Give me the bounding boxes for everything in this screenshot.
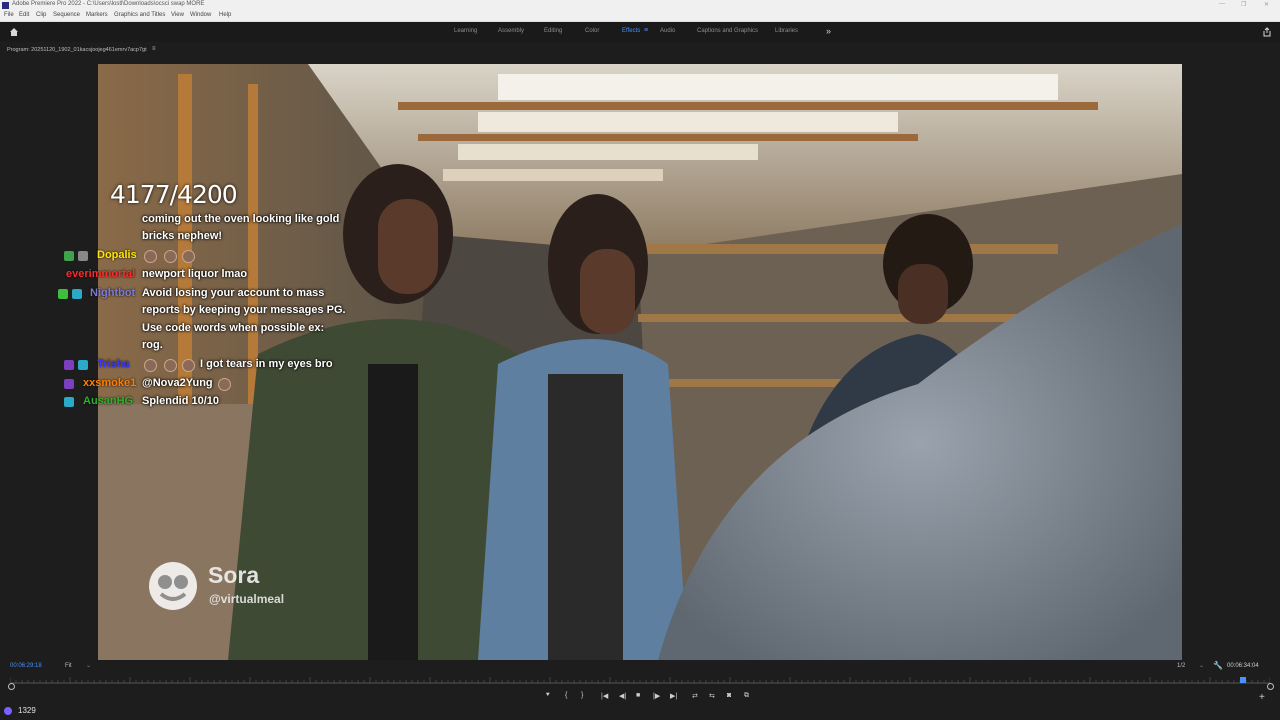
menu-help[interactable]: Help	[219, 12, 231, 18]
menu-graphics-titles[interactable]: Graphics and Titles	[114, 12, 165, 18]
chevron-down-icon[interactable]: ⌄	[1199, 662, 1204, 669]
tab-assembly[interactable]: Assembly	[498, 28, 524, 34]
workspace-bar: Learning Assembly Editing Color Effects …	[0, 22, 1280, 42]
emote-icon	[218, 378, 231, 391]
emote-icon	[182, 250, 195, 263]
emote-icon	[164, 250, 177, 263]
timeline-ruler[interactable]	[10, 676, 1270, 684]
badge-icon	[72, 289, 82, 299]
more-icon[interactable]: »	[826, 26, 831, 36]
wrench-icon[interactable]: 🔧	[1213, 661, 1223, 670]
close-button[interactable]: ✕	[1264, 1, 1269, 8]
stop-button[interactable]: ■	[636, 692, 640, 699]
tab-editing[interactable]: Editing	[544, 28, 562, 34]
program-monitor-header: Program: 20251120_1902_01kacsjoojeg461em…	[0, 43, 1280, 57]
watermark-brand: Sora	[208, 562, 260, 588]
emote-icon	[144, 359, 157, 372]
maximize-button[interactable]: ❐	[1241, 1, 1246, 8]
chat-username[interactable]: Nightbot	[90, 287, 135, 299]
status-icon	[4, 707, 12, 715]
chat-message-line: rog.	[142, 339, 163, 351]
overwrite-button[interactable]: ⇆	[709, 692, 715, 700]
tab-learning[interactable]: Learning	[454, 28, 477, 34]
home-icon[interactable]	[9, 27, 19, 37]
emote-icon	[164, 359, 177, 372]
playback-resolution-select[interactable]: 1/2	[1177, 663, 1185, 669]
current-timecode[interactable]: 00:06:29:18	[10, 663, 42, 669]
badge-icon	[78, 360, 88, 370]
menu-edit[interactable]: Edit	[19, 12, 29, 18]
add-marker-button[interactable]: ⯆	[545, 692, 551, 700]
mark-out-button[interactable]: }	[581, 692, 583, 699]
sora-logo-icon	[149, 562, 197, 610]
premiere-app-icon	[2, 2, 9, 9]
in-point-handle[interactable]	[8, 683, 15, 690]
progress-counter: 4177/4200	[110, 180, 238, 209]
tab-color[interactable]: Color	[585, 28, 599, 34]
insert-button[interactable]: ⇄	[692, 692, 698, 700]
mark-in-button[interactable]: {	[565, 692, 567, 699]
chat-username[interactable]: Trisha	[97, 358, 129, 370]
menu-file[interactable]: File	[4, 12, 14, 18]
chat-message-line: @Nova2Yung	[142, 377, 213, 389]
menu-view[interactable]: View	[171, 12, 184, 18]
step-forward-button[interactable]: |▶	[653, 692, 660, 700]
out-point-handle[interactable]	[1267, 683, 1274, 690]
comparison-view-icon[interactable]: ⧉	[744, 692, 749, 700]
chat-message-line: coming out the oven looking like gold	[142, 213, 340, 225]
camera-icon[interactable]: ◙	[727, 692, 731, 699]
badge-icon	[64, 397, 74, 407]
chat-message-line: Use code words when possible ex:	[142, 322, 325, 334]
menu-sequence[interactable]: Sequence	[53, 12, 80, 18]
chat-message-line: reports by keeping your messages PG.	[142, 304, 346, 316]
panel-menu-icon[interactable]: ≡	[152, 46, 156, 52]
menu-markers[interactable]: Markers	[86, 12, 108, 18]
share-icon[interactable]	[1262, 27, 1272, 37]
emote-icon	[144, 250, 157, 263]
transport-controls: ⯆ { } |◀ ◀| ■ |▶ ▶| ⇄ ⇆ ◙ ⧉	[0, 692, 1280, 706]
title-bar: Adobe Premiere Pro 2022 - C:\Users\lostl…	[0, 0, 1280, 11]
chevron-down-icon[interactable]: ⌄	[86, 662, 91, 669]
chat-username[interactable]: xxsmoke1	[83, 377, 136, 389]
tab-libraries[interactable]: Libraries	[775, 28, 798, 34]
chat-message-line: I got tears in my eyes bro	[200, 358, 333, 370]
step-back-button[interactable]: ◀|	[619, 692, 626, 700]
menu-bar: File Edit Clip Sequence Markers Graphics…	[0, 11, 1280, 22]
badge-icon	[64, 251, 74, 261]
menu-clip[interactable]: Clip	[36, 12, 46, 18]
chat-username[interactable]: AusanHG	[83, 395, 133, 407]
badge-icon	[64, 360, 74, 370]
menu-window[interactable]: Window	[190, 12, 211, 18]
go-to-out-button[interactable]: ▶|	[670, 692, 677, 700]
badge-icon	[78, 251, 88, 261]
tab-audio[interactable]: Audio	[660, 28, 675, 34]
go-to-in-button[interactable]: |◀	[601, 692, 608, 700]
playhead[interactable]	[1240, 677, 1247, 683]
window-title: Adobe Premiere Pro 2022 - C:\Users\lostl…	[12, 1, 205, 7]
chat-message-line: bricks nephew!	[142, 230, 223, 242]
zoom-fit-select[interactable]: Fit	[65, 663, 72, 669]
chat-message-line: Avoid losing your account to mass	[142, 287, 325, 299]
duration-timecode: 00:06:34:04	[1227, 663, 1259, 669]
add-icon[interactable]: +	[1259, 692, 1265, 703]
status-count: 1329	[18, 706, 36, 715]
tab-effects[interactable]: Effects	[622, 28, 640, 34]
minimize-button[interactable]: —	[1219, 1, 1225, 7]
chat-username[interactable]: everimmortal	[66, 268, 135, 280]
program-title[interactable]: Program: 20251120_1902_01kacsjoojeg461em…	[7, 47, 147, 53]
chat-message-line: newport liquor lmao	[142, 268, 248, 280]
workspace-menu-icon[interactable]: ≡	[644, 27, 648, 34]
emote-icon	[182, 359, 195, 372]
chat-message-line: Splendid 10/10	[142, 395, 220, 407]
tab-captions-graphics[interactable]: Captions and Graphics	[697, 28, 758, 34]
badge-icon	[64, 379, 74, 389]
chat-username[interactable]: Dopalis	[97, 249, 137, 261]
badge-icon	[58, 289, 68, 299]
watermark-handle: @virtualmeal	[209, 592, 285, 606]
